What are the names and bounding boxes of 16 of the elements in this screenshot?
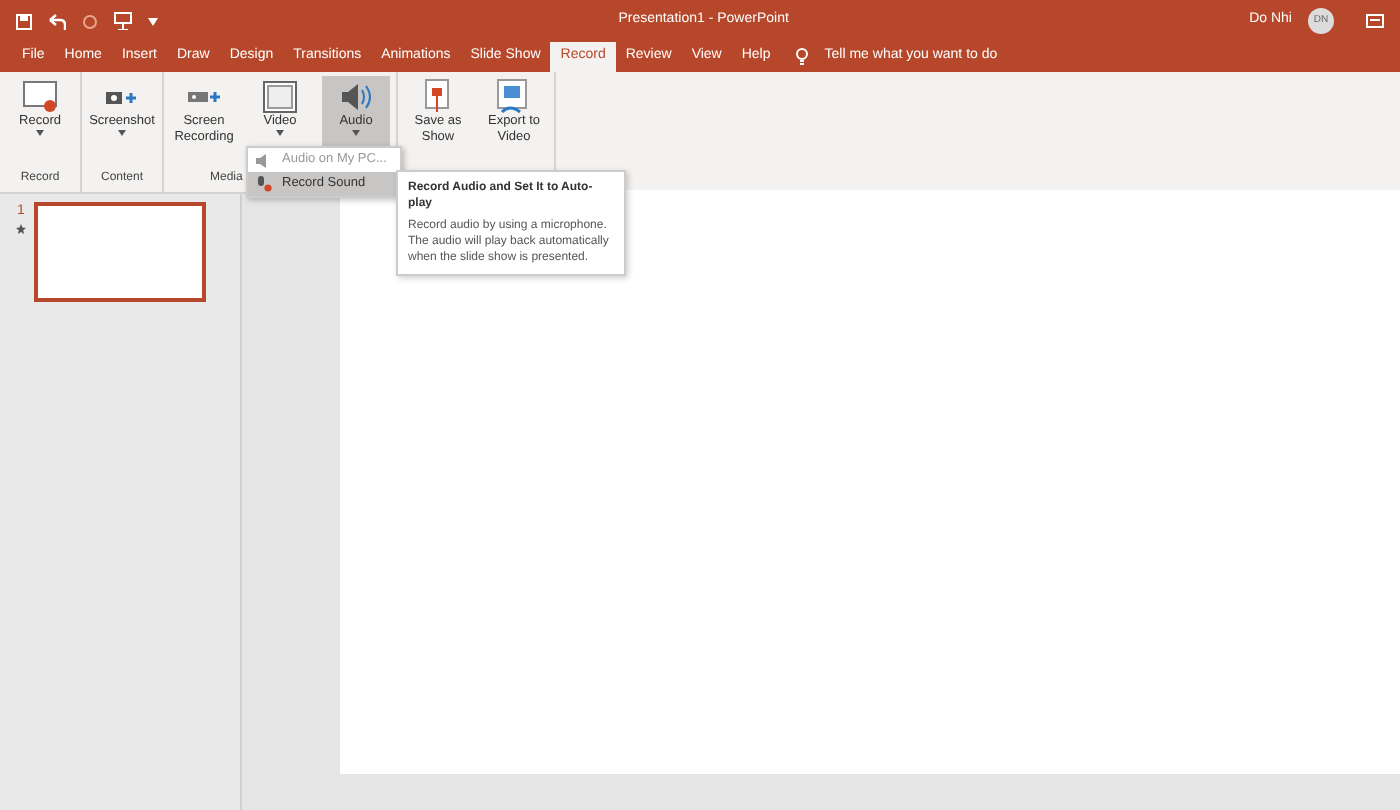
save-icon[interactable] — [16, 13, 32, 29]
lightbulb-icon — [796, 48, 809, 66]
camera-icon — [106, 90, 138, 106]
customize-icon[interactable] — [148, 17, 158, 25]
undo-icon[interactable] — [48, 13, 66, 29]
star-icon — [16, 223, 26, 233]
presenter-icon[interactable] — [114, 12, 132, 30]
ribbon-display-icon[interactable] — [1366, 14, 1384, 28]
slide-thumbnail[interactable] — [34, 202, 206, 302]
film-icon — [260, 78, 300, 114]
speaker-icon — [256, 153, 272, 167]
screen-recording-icon — [188, 90, 220, 106]
microphone-icon — [256, 176, 272, 192]
speaker-icon — [336, 78, 376, 114]
record-icon — [20, 78, 60, 114]
redo-icon[interactable] — [82, 13, 98, 29]
